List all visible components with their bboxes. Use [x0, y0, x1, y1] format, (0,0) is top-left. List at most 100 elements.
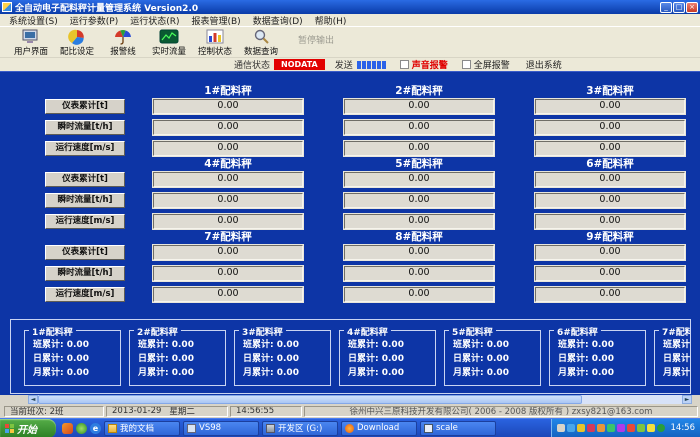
sound-alarm-checkbox[interactable] — [400, 60, 409, 69]
month-total-value: 0.00 — [487, 368, 509, 378]
tray-icon[interactable] — [587, 424, 595, 432]
value-field: 0.00 — [535, 99, 685, 114]
comm-status-label: 通信状态 — [234, 58, 270, 71]
user-interface-button[interactable]: 用户界面 — [8, 28, 54, 57]
toolbar-label: 实时流量 — [152, 45, 186, 57]
summary-title: 6#配料秤 — [554, 325, 601, 338]
quick-launch-icon[interactable] — [76, 423, 87, 434]
shift-total-label: 班累计: — [453, 340, 484, 350]
value-field: 0.00 — [153, 172, 303, 187]
scale-title: 5#配料秤 — [344, 156, 494, 169]
menu-system-settings[interactable]: 系统设置(S) — [3, 14, 64, 27]
tray-icon[interactable] — [607, 424, 615, 432]
company-panel: 徐州中兴三原科技开发有限公司( 2006 - 2008 版权所有 ) zxsy8… — [304, 406, 698, 417]
horizontal-scrollbar[interactable]: ◄ ► — [28, 395, 692, 404]
maximize-button[interactable]: □ — [673, 2, 685, 13]
menu-data-query[interactable]: 数据查询(D) — [247, 14, 309, 27]
month-total-value: 0.00 — [67, 368, 89, 378]
send-label: 发送 — [335, 58, 353, 71]
tray-icon[interactable] — [647, 424, 655, 432]
comm-status-strip: 通信状态 NODATA 发送 声音报警 全屏报警 退出系统 — [0, 57, 700, 71]
magnifier-icon — [253, 28, 270, 45]
start-button[interactable]: 开始 — [0, 419, 56, 437]
exit-system-button[interactable]: 退出系统 — [526, 58, 562, 71]
menu-report-manage[interactable]: 报表管理(B) — [185, 14, 246, 27]
value-field: 0.00 — [535, 120, 685, 135]
shift-total-label: 班累计: — [558, 340, 589, 350]
time-panel: 14:56:55 — [230, 406, 302, 417]
alarm-line-button[interactable]: 报警线 — [100, 28, 146, 57]
monitor-icon — [21, 28, 41, 45]
full-screen-alarm-checkbox[interactable] — [462, 60, 471, 69]
shift-total-label: 班累计: — [138, 340, 169, 350]
tray-icon[interactable] — [617, 424, 625, 432]
summary-group-4: 4#配料秤 班累计: 0.00 日累计: 0.00 月累计: 0.00 — [339, 330, 436, 386]
value-field: 0.00 — [535, 172, 685, 187]
scroll-right-arrow-icon[interactable]: ► — [682, 395, 692, 404]
summary-title: 2#配料秤 — [134, 325, 181, 338]
speaker-icon[interactable] — [567, 424, 575, 432]
umbrella-icon — [113, 28, 133, 45]
month-total-label: 月累计: — [348, 368, 379, 378]
value-field: 0.00 — [344, 245, 494, 260]
drive-icon — [266, 424, 275, 433]
scroll-left-arrow-icon[interactable]: ◄ — [28, 395, 38, 404]
day-total-label: 日累计: — [663, 354, 691, 364]
pause-output-label: 暂停输出 — [298, 33, 334, 46]
tray-icon[interactable] — [627, 424, 635, 432]
task-label: VS98 — [199, 423, 221, 433]
value-field: 0.00 — [344, 193, 494, 208]
menu-run-status[interactable]: 运行状态(R) — [124, 14, 185, 27]
menu-run-params[interactable]: 运行参数(P) — [64, 14, 124, 27]
quick-launch-icon[interactable] — [62, 423, 73, 434]
taskbar-task-scale[interactable]: scale — [420, 421, 496, 436]
minimize-button[interactable]: _ — [660, 2, 672, 13]
close-button[interactable]: × — [686, 2, 698, 13]
summary-title: 3#配料秤 — [239, 325, 286, 338]
taskbar-task-vs98[interactable]: VS98 — [183, 421, 259, 436]
taskbar-task-my-documents[interactable]: 我的文档 — [104, 421, 180, 436]
scale-title: 6#配料秤 — [535, 156, 685, 169]
taskbar-task-download[interactable]: Download — [341, 421, 417, 436]
tray-icon[interactable] — [597, 424, 605, 432]
tray-icon[interactable] — [657, 424, 665, 432]
taskbar-task-drive[interactable]: 开发区 (G:) — [262, 421, 338, 436]
value-field: 0.00 — [344, 120, 494, 135]
scroll-thumb[interactable] — [38, 395, 582, 404]
tray-icon[interactable] — [637, 424, 645, 432]
quick-launch: e — [62, 423, 101, 434]
ratio-setting-button[interactable]: 配比设定 — [54, 28, 100, 57]
task-label: scale — [436, 423, 458, 433]
scale-row-3: 7#配料秤 8#配料秤 9#配料秤 仪表累计[t] 0.00 0.00 0.00… — [0, 229, 700, 302]
data-query-button[interactable]: 数据查询 — [238, 28, 284, 57]
month-total-label: 月累计: — [138, 368, 169, 378]
folder-icon — [108, 424, 117, 433]
month-total-label: 月累计: — [663, 368, 691, 378]
shift-total-label: 班累计: — [33, 340, 64, 350]
task-label: 开发区 (G:) — [278, 422, 322, 434]
value-field: 0.00 — [153, 266, 303, 281]
value-field: 0.00 — [344, 141, 494, 156]
value-field: 0.00 — [153, 245, 303, 260]
realtime-flow-button[interactable]: 实时流量 — [146, 28, 192, 57]
full-screen-alarm-label: 全屏报警 — [474, 58, 510, 71]
tray-icon[interactable] — [577, 424, 585, 432]
task-label: Download — [357, 423, 399, 433]
date-panel: 2013-01-29 星期二 — [106, 406, 228, 417]
day-total-value: 0.00 — [67, 354, 89, 364]
date-value: 2013-01-29 — [112, 406, 161, 416]
menu-help[interactable]: 帮助(H) — [309, 14, 353, 27]
tray-icon[interactable] — [557, 424, 565, 432]
toolbar-label: 用户界面 — [14, 45, 48, 57]
value-field: 0.00 — [153, 193, 303, 208]
toolbar-label: 数据查询 — [244, 45, 278, 57]
control-status-button[interactable]: 控制状态 — [192, 28, 238, 57]
day-total-label: 日累计: — [348, 354, 379, 364]
value-field: 0.00 — [535, 193, 685, 208]
value-field: 0.00 — [535, 287, 685, 302]
app-window-icon — [424, 424, 433, 433]
scale-title: 8#配料秤 — [344, 229, 494, 242]
shift-total-value: 0.00 — [67, 340, 89, 350]
ie-icon[interactable]: e — [90, 423, 101, 434]
value-field: 0.00 — [344, 287, 494, 302]
